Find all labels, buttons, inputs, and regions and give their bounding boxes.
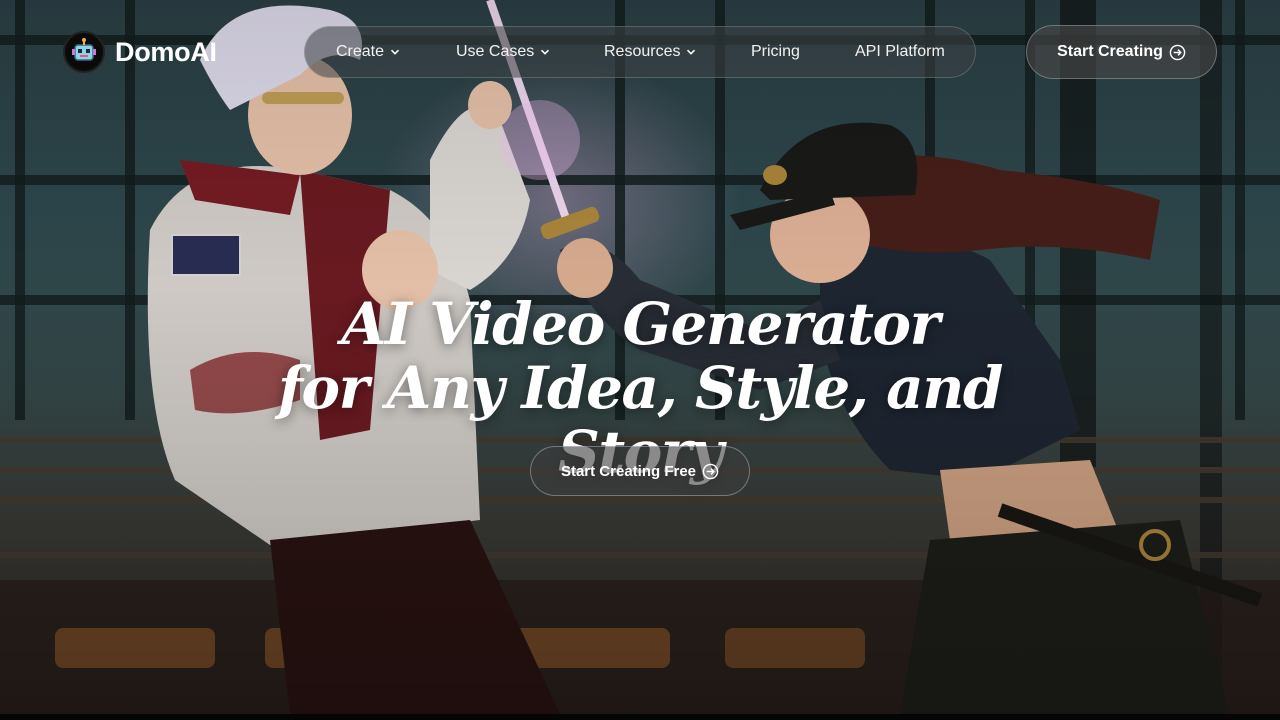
start-creating-button[interactable]: Start Creating [1026, 25, 1217, 79]
nav-item-api-platform[interactable]: API Platform [855, 27, 945, 77]
nav-item-label: Use Cases [456, 43, 535, 60]
brand-name: DomoAI [115, 36, 217, 67]
chevron-down-icon [541, 49, 550, 55]
robot-icon [63, 31, 105, 73]
nav-item-create[interactable]: Create [336, 27, 400, 77]
nav-item-use-cases[interactable]: Use Cases [456, 27, 550, 77]
chevron-down-icon [391, 49, 400, 55]
nav-item-label: Pricing [751, 43, 800, 60]
nav-item-label: Create [336, 43, 385, 60]
page-bottom-edge [0, 714, 1280, 720]
button-label: Start Creating Free [560, 462, 697, 480]
nav-item-label: API Platform [855, 43, 945, 60]
nav-item-resources[interactable]: Resources [604, 27, 696, 77]
arrow-right-circle-icon [702, 463, 719, 479]
arrow-right-circle-icon [1169, 44, 1186, 60]
nav-item-pricing[interactable]: Pricing [751, 27, 800, 77]
nav-item-label: Resources [604, 43, 681, 60]
brand-logo[interactable]: DomoAI [63, 31, 217, 73]
chevron-down-icon [687, 49, 696, 55]
button-label: Start Creating [1057, 43, 1163, 60]
main-navigation: Create Use Cases Resources Pricing API P… [304, 26, 976, 78]
hero-headline-line-1: AI Video Generator [341, 290, 940, 358]
start-creating-free-button[interactable]: Start Creating Free [530, 446, 750, 496]
